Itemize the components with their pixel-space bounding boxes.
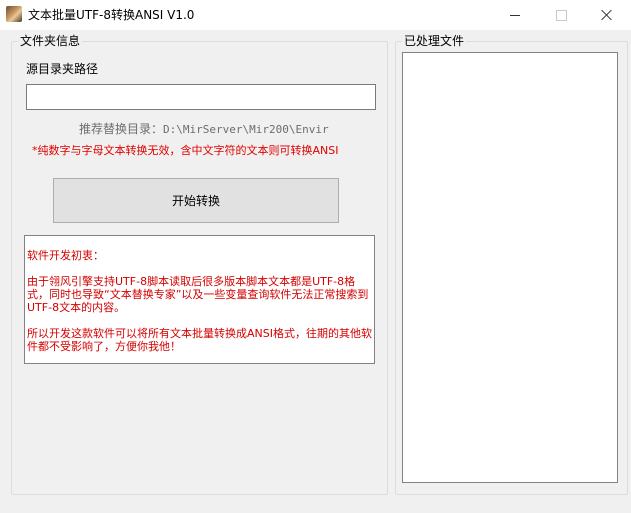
maximize-button: [538, 0, 584, 30]
recommended-directory-hint: 推荐替换目录：D:\MirServer\Mir200\Envir: [79, 122, 329, 137]
app-icon: [6, 6, 22, 22]
recommend-prefix: 推荐替换目录：: [79, 122, 164, 136]
close-icon: [601, 9, 613, 21]
info-paragraph-1: 由于翎风引擎支持UTF-8脚本读取后很多版本脚本文本都是UTF-8格式，同时也导…: [27, 275, 369, 314]
recommend-path: D:\MirServer\Mir200\Envir: [163, 123, 329, 136]
info-textbox[interactable]: 软件开发初衷： 由于翎风引擎支持UTF-8脚本读取后很多版本脚本文本都是UTF-…: [24, 235, 375, 364]
maximize-icon: [555, 9, 567, 21]
minimize-button[interactable]: [492, 0, 538, 30]
source-folder-input[interactable]: [26, 84, 376, 110]
info-heading: 软件开发初衷：: [27, 249, 104, 262]
window-title: 文本批量UTF-8转换ANSI V1.0: [28, 8, 195, 22]
processed-files-legend: 已处理文件: [402, 34, 467, 48]
minimize-icon: [510, 14, 520, 16]
folder-info-legend: 文件夹信息: [18, 34, 83, 48]
source-folder-label: 源目录夹路径: [26, 62, 99, 76]
close-button[interactable]: [584, 0, 630, 30]
start-convert-button[interactable]: 开始转换: [53, 178, 339, 223]
processed-files-list[interactable]: [402, 52, 618, 483]
info-paragraph-2: 所以开发这款软件可以将所有文本批量转换成ANSI格式，往期的其他软件都不受影响了…: [27, 327, 372, 353]
title-bar: 文本批量UTF-8转换ANSI V1.0: [0, 0, 631, 30]
conversion-warning: *纯数字与字母文本转换无效，含中文字符的文本则可转换ANSI: [32, 144, 339, 157]
